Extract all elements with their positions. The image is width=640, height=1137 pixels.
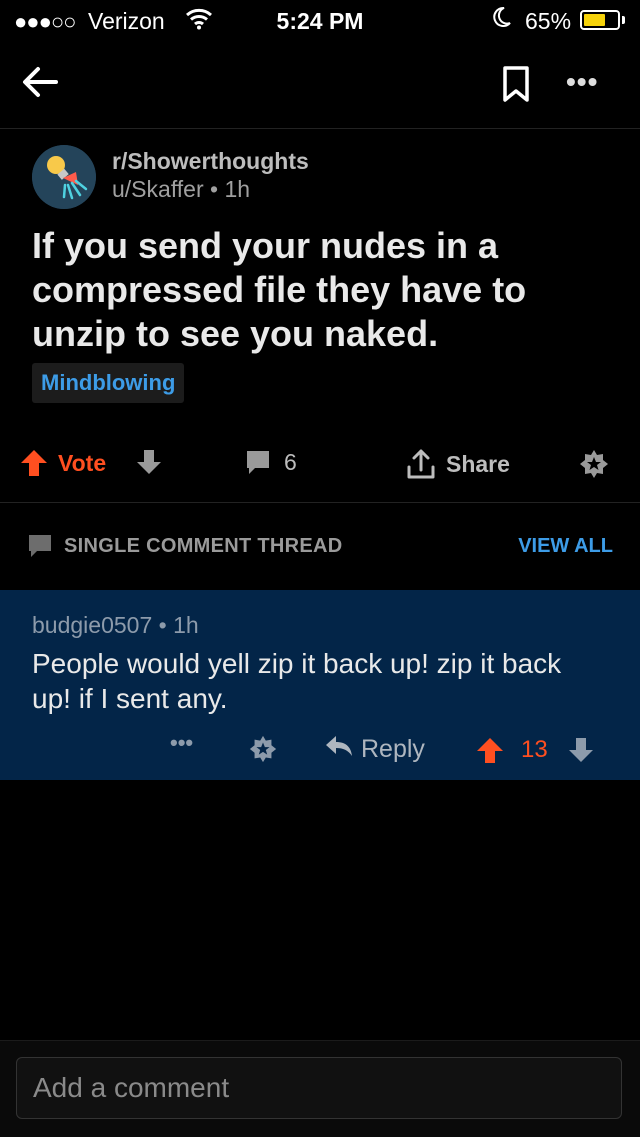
reply-icon (325, 734, 353, 765)
comment: budgie0507 • 1h People would yell zip it… (0, 590, 640, 780)
battery-level (584, 14, 605, 26)
meta-separator: • (158, 612, 167, 638)
nav-bar: ••• (0, 40, 640, 129)
share-button[interactable]: Share (396, 448, 510, 480)
upvote-group: Vote (20, 448, 106, 478)
battery-icon (580, 10, 620, 30)
comment-bubble-icon (27, 533, 53, 564)
award-icon[interactable] (578, 448, 610, 480)
battery-tip (622, 16, 625, 24)
comment-award-icon[interactable] (248, 734, 278, 769)
status-bar: ●●●○○ Verizon 5:24 PM 65% (0, 0, 640, 40)
share-icon (406, 448, 436, 480)
subreddit-avatar[interactable] (32, 145, 96, 209)
do-not-disturb-icon (492, 6, 512, 34)
comment-meta: budgie0507 • 1h (32, 612, 199, 639)
comment-age: 1h (173, 612, 199, 638)
post-action-bar: Vote 6 Share (0, 430, 640, 503)
thread-header: SINGLE COMMENT THREAD VIEW ALL (0, 503, 640, 588)
share-label: Share (446, 450, 510, 477)
comment-score: 13 (521, 736, 548, 763)
post-flair: Mindblowing (32, 363, 185, 403)
comment-author[interactable]: budgie0507 (32, 612, 152, 638)
post-author-line: u/Skaffer • 1h (112, 176, 250, 203)
reply-label: Reply (361, 735, 425, 763)
meta-separator: • (210, 176, 219, 202)
post-author[interactable]: u/Skaffer (112, 176, 204, 202)
upvote-icon[interactable] (20, 448, 48, 478)
reply-button[interactable]: Reply (325, 734, 425, 765)
comment-upvote-icon[interactable] (476, 736, 504, 769)
post-title: If you send your nudes in a compressed f… (32, 225, 527, 354)
comment-count: 6 (284, 448, 297, 475)
back-arrow-icon[interactable] (20, 62, 60, 102)
battery-percent: 65% (525, 8, 572, 34)
post-age: 1h (224, 176, 251, 202)
more-options-icon[interactable]: ••• (566, 66, 598, 98)
comment-bubble-icon (244, 448, 272, 476)
add-comment-input[interactable] (17, 1058, 621, 1118)
subreddit-name[interactable]: r/Showerthoughts (112, 148, 309, 175)
comment-downvote-icon[interactable] (568, 736, 594, 769)
comments-button[interactable]: 6 (244, 448, 297, 476)
comment-composer-bar (0, 1040, 640, 1137)
thread-label: SINGLE COMMENT THREAD (64, 535, 343, 557)
view-all-link[interactable]: VIEW ALL (518, 535, 613, 558)
downvote-icon[interactable] (136, 448, 162, 476)
comment-more-icon[interactable]: ••• (170, 730, 193, 756)
comment-body: People would yell zip it back up! zip it… (32, 648, 562, 714)
vote-label: Vote (58, 449, 107, 476)
bookmark-icon[interactable] (500, 64, 536, 104)
comment-box (16, 1057, 622, 1119)
